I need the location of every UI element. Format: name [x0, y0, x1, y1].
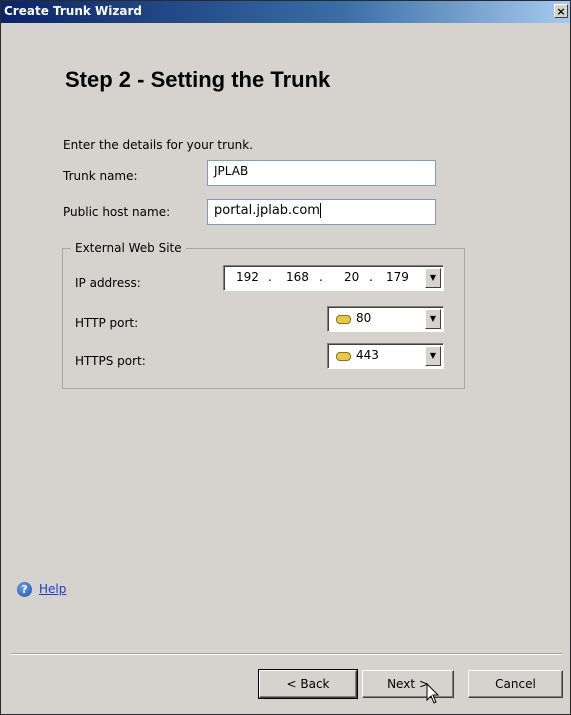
http-port-combo[interactable]: 80 ▼: [327, 306, 444, 332]
http-port-value: 80: [356, 311, 372, 325]
footer-divider: [11, 653, 562, 655]
external-web-site-title: External Web Site: [71, 241, 186, 255]
wizard-window: Create Trunk Wizard × Step 2 - Setting t…: [0, 0, 571, 715]
port-icon: [336, 315, 351, 324]
public-host-label: Public host name:: [63, 205, 171, 219]
https-dropdown-arrow-icon[interactable]: ▼: [425, 346, 441, 366]
https-port-label: HTTPS port:: [75, 354, 146, 368]
next-button[interactable]: Next >: [362, 670, 454, 698]
https-port-combo[interactable]: 443 ▼: [327, 343, 444, 369]
window-title: Create Trunk Wizard: [4, 4, 142, 18]
ip-octet-2: 168: [286, 270, 309, 284]
ip-octet-4: 179: [386, 270, 409, 284]
public-host-input[interactable]: portal.jplab.com: [207, 199, 436, 225]
http-port-label: HTTP port:: [75, 316, 139, 330]
help-link[interactable]: Help: [39, 582, 66, 596]
help-icon[interactable]: ?: [17, 582, 32, 597]
ip-dot-2: .: [319, 270, 323, 284]
trunk-name-label: Trunk name:: [63, 169, 138, 183]
title-bar[interactable]: Create Trunk Wizard ×: [1, 1, 570, 23]
public-host-value: portal.jplab.com: [214, 203, 320, 218]
http-dropdown-arrow-icon[interactable]: ▼: [425, 309, 441, 329]
text-cursor: [319, 203, 321, 218]
back-button[interactable]: < Back: [258, 669, 358, 699]
ip-dot-1: .: [268, 270, 272, 284]
ip-octet-1: 192: [236, 270, 259, 284]
port-icon: [336, 352, 351, 361]
mouse-pointer-icon: [426, 683, 440, 704]
page-title: Step 2 - Setting the Trunk: [65, 67, 331, 92]
close-button[interactable]: ×: [554, 4, 568, 18]
https-port-value: 443: [356, 348, 379, 362]
cancel-button[interactable]: Cancel: [468, 670, 563, 698]
ip-address-combo[interactable]: 192 . 168 . 20 . 179 ▼: [223, 265, 444, 291]
trunk-name-input[interactable]: JPLAB: [207, 160, 436, 186]
intro-text: Enter the details for your trunk.: [63, 138, 254, 152]
ip-dropdown-arrow-icon[interactable]: ▼: [425, 268, 441, 288]
ip-dot-3: .: [369, 270, 373, 284]
ip-address-label: IP address:: [75, 276, 141, 290]
ip-octet-3: 20: [344, 270, 360, 284]
